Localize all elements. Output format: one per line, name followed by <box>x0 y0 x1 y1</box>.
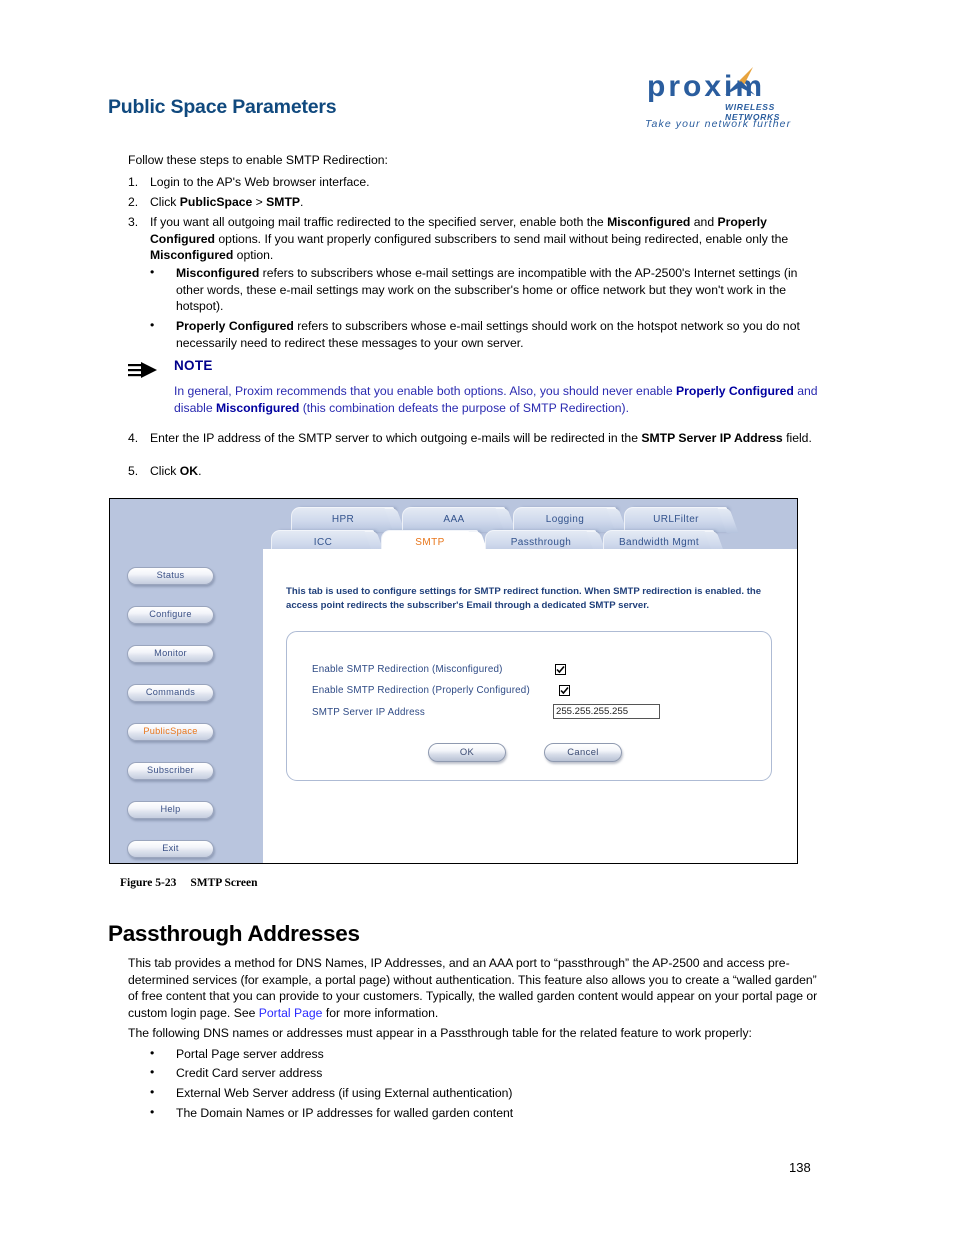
step-4: 4. Enter the IP address of the SMTP serv… <box>128 430 818 447</box>
sidebar-item-subscriber[interactable]: Subscriber <box>127 762 214 780</box>
field-label: Enable SMTP Redirection (Properly Config… <box>312 685 530 696</box>
page-header: Public Space Parameters proxim WIRELESS … <box>0 0 954 145</box>
logo-tagline: Take your network further <box>645 118 792 130</box>
smtp-screen-figure: Status Configure Monitor Commands Public… <box>109 498 798 864</box>
step-2-number: 2. <box>128 195 139 209</box>
checkbox-misconfigured[interactable] <box>555 664 566 675</box>
sidebar-item-label: Monitor <box>154 648 187 658</box>
tab-label: SMTP <box>415 537 445 548</box>
bullet-marker: • <box>150 1065 155 1079</box>
sidebar-item-label: Subscriber <box>147 765 194 775</box>
step-3-text: If you want all outgoing mail traffic re… <box>150 215 789 263</box>
sidebar-item-monitor[interactable]: Monitor <box>127 645 214 663</box>
step-1: 1. Login to the AP's Web browser interfa… <box>128 174 818 191</box>
sidebar-item-help[interactable]: Help <box>127 801 214 819</box>
step-2: 2. Click PublicSpace > SMTP. <box>128 194 818 211</box>
app-sidebar: Status Configure Monitor Commands Public… <box>110 499 263 863</box>
button-label: OK <box>459 746 475 757</box>
tab-description: This tab is used to configure settings f… <box>286 586 762 611</box>
section-heading: Passthrough Addresses <box>108 921 360 946</box>
tab-urlfilter[interactable]: URLFilter <box>624 507 739 533</box>
sub-bullet-misconfigured: • Misconfigured refers to subscribers wh… <box>150 265 815 315</box>
bullet-marker: • <box>150 1046 155 1060</box>
field-label: Enable SMTP Redirection (Misconfigured) <box>312 664 503 675</box>
section-bullet-4: • The Domain Names or IP addresses for w… <box>150 1105 810 1122</box>
tab-row-primary: HPR AAA Logging URLFilter <box>263 507 797 533</box>
bullet-marker: • <box>150 1085 155 1099</box>
note-arrow-icon <box>128 362 157 378</box>
proxim-logo: proxim WIRELESS NETWORKS Take your netwo… <box>645 12 817 130</box>
step-3-number: 3. <box>128 215 139 229</box>
step-4-text: Enter the IP address of the SMTP server … <box>150 431 812 445</box>
smtp-settings-panel: Enable SMTP Redirection (Misconfigured) … <box>286 631 772 781</box>
tab-label: AAA <box>443 514 465 525</box>
sidebar-item-label: Status <box>156 570 185 580</box>
sidebar-item-publicspace[interactable]: PublicSpace <box>127 723 214 741</box>
note-text: In general, Proxim recommends that you e… <box>174 384 818 415</box>
page-number: 138 <box>789 1160 811 1175</box>
tab-panel-smtp: This tab is used to configure settings f… <box>263 551 797 863</box>
tab-aaa[interactable]: AAA <box>402 507 517 533</box>
section-bullet-3: • External Web Server address (if using … <box>150 1085 810 1102</box>
tab-hpr[interactable]: HPR <box>291 507 406 533</box>
cancel-button[interactable]: Cancel <box>544 743 622 762</box>
tab-label: Logging <box>545 514 585 525</box>
section-bullet-1: • Portal Page server address <box>150 1046 810 1063</box>
sidebar-item-commands[interactable]: Commands <box>127 684 214 702</box>
section-bullet-1-text: Portal Page server address <box>176 1047 324 1061</box>
step-3: 3. If you want all outgoing mail traffic… <box>128 214 816 264</box>
step-4-number: 4. <box>128 431 139 445</box>
field-label: SMTP Server IP Address <box>312 707 425 718</box>
intro-paragraph: Follow these steps to enable SMTP Redire… <box>128 153 388 167</box>
bullet-marker: • <box>150 1105 155 1119</box>
tab-label: Passthrough <box>510 537 572 548</box>
sidebar-item-status[interactable]: Status <box>127 567 214 585</box>
bullet-marker: • <box>150 318 155 332</box>
step-1-text: Login to the AP's Web browser interface. <box>150 175 370 189</box>
ok-button[interactable]: OK <box>428 743 506 762</box>
app-main-area: HPR AAA Logging URLFilter ICC SMTP Passt… <box>263 499 797 863</box>
button-label: Cancel <box>567 746 599 757</box>
sidebar-item-label: PublicSpace <box>143 726 198 736</box>
section-paragraph-1: This tab provides a method for DNS Names… <box>128 956 818 1020</box>
sub-bullet-properly-configured: • Properly Configured refers to subscrib… <box>150 318 815 351</box>
sidebar-item-configure[interactable]: Configure <box>127 606 214 624</box>
step-5-text: Click OK. <box>150 464 202 478</box>
sub-bullet-properly-configured-text: Properly Configured refers to subscriber… <box>176 319 800 350</box>
checkmark-icon <box>556 665 565 674</box>
sidebar-item-label: Configure <box>149 609 192 619</box>
sidebar-item-label: Help <box>160 804 181 814</box>
step-1-number: 1. <box>128 175 139 189</box>
sidebar-item-label: Commands <box>145 687 196 697</box>
figure-caption-label: Figure 5-23 <box>120 877 177 889</box>
sub-bullet-misconfigured-text: Misconfigured refers to subscribers whos… <box>176 266 798 314</box>
section-bullet-3-text: External Web Server address (if using Ex… <box>176 1086 513 1100</box>
step-5: 5. Click OK. <box>128 463 818 480</box>
sidebar-item-label: Exit <box>162 843 179 853</box>
tab-strip: HPR AAA Logging URLFilter ICC SMTP Passt… <box>263 499 797 556</box>
figure-caption: Figure 5-23 SMTP Screen <box>120 877 258 889</box>
figure-caption-text: SMTP Screen <box>190 877 258 889</box>
tab-label: ICC <box>313 537 333 548</box>
smtp-server-ip-input[interactable] <box>553 704 660 719</box>
page-title: Public Space Parameters <box>108 96 337 118</box>
section-bullet-2-text: Credit Card server address <box>176 1066 323 1080</box>
note-label: NOTE <box>174 358 213 373</box>
step-2-text: Click PublicSpace > SMTP. <box>150 195 304 209</box>
bullet-marker: • <box>150 265 155 279</box>
tab-label: Bandwidth Mgmt <box>618 537 700 548</box>
logo-x-mark <box>725 67 755 95</box>
sidebar-item-exit[interactable]: Exit <box>127 840 214 858</box>
section-bullet-4-text: The Domain Names or IP addresses for wal… <box>176 1106 514 1120</box>
step-5-number: 5. <box>128 464 139 478</box>
tab-logging[interactable]: Logging <box>513 507 628 533</box>
section-bullet-2: • Credit Card server address <box>150 1065 810 1082</box>
tab-label: URLFilter <box>653 514 699 525</box>
checkmark-icon <box>560 686 569 695</box>
checkbox-properly-configured[interactable] <box>559 685 570 696</box>
section-paragraph-2: The following DNS names or addresses mus… <box>128 1026 752 1040</box>
tab-label: HPR <box>331 514 355 525</box>
